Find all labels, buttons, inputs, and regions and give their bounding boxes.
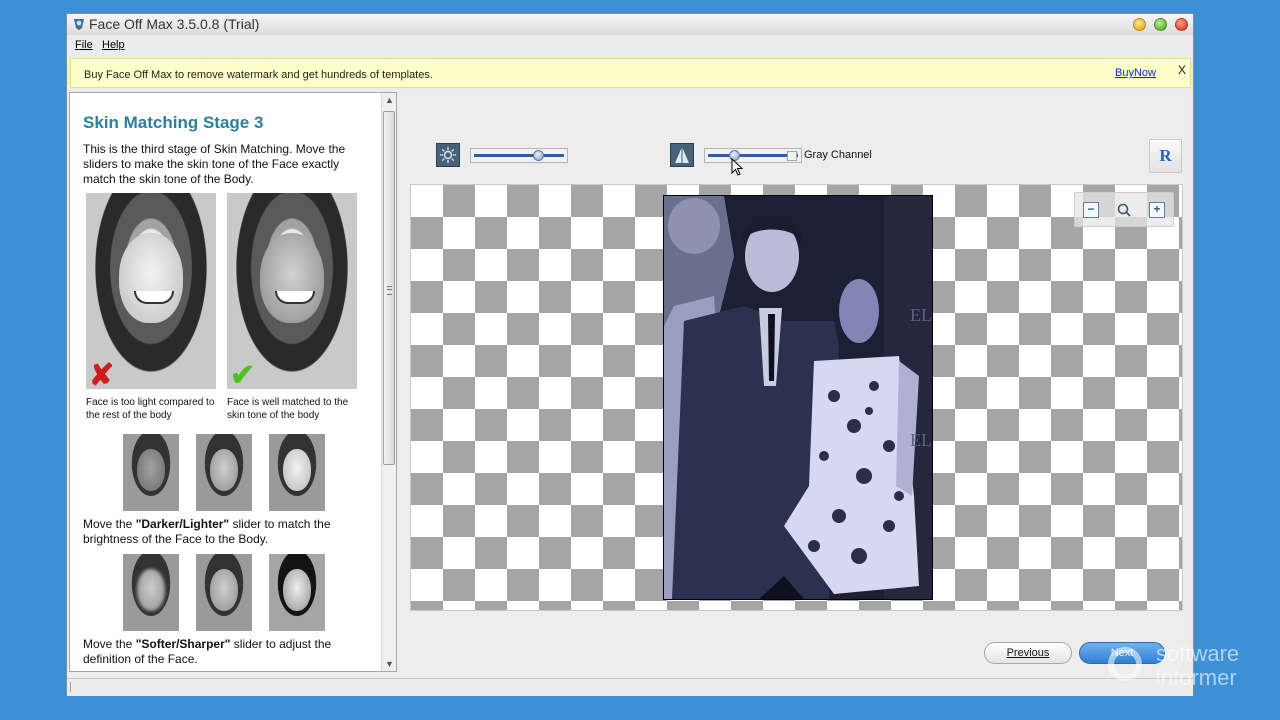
menu-file[interactable]: File <box>75 39 93 51</box>
photo-preview[interactable]: ELI ELI <box>663 195 933 600</box>
gray-channel-checkbox[interactable] <box>787 151 797 161</box>
darker-lighter-slider[interactable] <box>470 148 568 163</box>
status-bar <box>67 678 1193 696</box>
reset-button[interactable]: R <box>1149 139 1182 173</box>
watermark-logo-icon <box>1108 647 1142 681</box>
app-window: Face Off Max 3.5.0.8 (Trial) File Help B… <box>66 13 1194 696</box>
promo-close-button[interactable]: X <box>1178 63 1186 77</box>
slider-track <box>708 154 798 157</box>
stage-heading: Skin Matching Stage 3 <box>83 113 264 132</box>
scroll-up-arrow-icon[interactable]: ▲ <box>385 95 394 105</box>
menu-help[interactable]: Help <box>102 39 125 51</box>
watermark-line2: informer <box>1156 665 1237 690</box>
stage-intro: This is the third stage of Skin Matching… <box>83 142 346 186</box>
minimize-button[interactable] <box>1133 18 1146 31</box>
zoom-controls: − + <box>1074 192 1174 227</box>
magnifier-icon <box>1117 203 1131 217</box>
software-informer-watermark: software informer <box>1108 643 1268 693</box>
face-thumb-darker <box>123 434 179 511</box>
scroll-grip-icon <box>387 286 392 295</box>
mouse-cursor-icon <box>731 158 743 176</box>
face-thumb-sharper <box>269 554 325 631</box>
sidebar-scrollbar[interactable]: ▲ ▼ <box>381 93 396 671</box>
zoom-out-button[interactable]: − <box>1083 202 1099 218</box>
sharpness-button[interactable] <box>670 143 694 167</box>
face-thumb-softer <box>123 554 179 631</box>
caption-matched: Face is well matched to the skin tone of… <box>227 397 349 421</box>
scroll-thumb[interactable] <box>383 111 395 465</box>
editor-area: Gray Channel R EL EL − + <box>400 92 1190 672</box>
buy-now-link[interactable]: BuyNow <box>1115 67 1156 79</box>
face-thumb-lighter <box>269 434 325 511</box>
image-canvas[interactable]: ELI ELI − + <box>410 184 1183 611</box>
previous-button[interactable]: Previous <box>984 642 1072 664</box>
check-icon: ✔ <box>230 359 256 392</box>
app-logo-icon <box>74 19 84 30</box>
instruction-slider-name: "Softer/Sharper" <box>135 637 231 651</box>
brightness-button[interactable] <box>436 143 460 167</box>
svg-text:ELI: ELI <box>910 430 932 450</box>
status-separator <box>70 682 71 692</box>
cross-icon: ✘ <box>89 359 115 392</box>
slider-track <box>474 154 564 157</box>
instruction-text: Move the <box>83 517 136 531</box>
slider-thumb[interactable] <box>533 150 544 161</box>
brightness-icon <box>440 147 456 163</box>
zoom-in-button[interactable]: + <box>1149 202 1165 218</box>
title-bar[interactable]: Face Off Max 3.5.0.8 (Trial) <box>67 14 1193 35</box>
face-thumb-normal <box>196 434 252 511</box>
darker-lighter-instruction: Move the "Darker/Lighter" slider to matc… <box>83 517 363 547</box>
sharpness-icon <box>675 147 689 163</box>
window-title: Face Off Max 3.5.0.8 (Trial) <box>89 16 260 32</box>
menu-bar: File Help <box>67 36 1193 54</box>
instructions-panel: Skin Matching Stage 3 This is the third … <box>69 92 397 672</box>
close-button[interactable] <box>1175 18 1188 31</box>
instruction-slider-name: "Darker/Lighter" <box>135 517 230 531</box>
gray-channel-label[interactable]: Gray Channel <box>804 149 872 161</box>
face-thumb-normal <box>196 554 252 631</box>
softer-sharper-instruction: Move the "Softer/Sharper" slider to adju… <box>83 637 363 667</box>
reset-label: R <box>1159 146 1172 165</box>
promo-text: Buy Face Off Max to remove watermark and… <box>84 69 433 81</box>
zoom-fit-button[interactable] <box>1116 202 1132 218</box>
maximize-button[interactable] <box>1154 18 1167 31</box>
promo-banner: Buy Face Off Max to remove watermark and… <box>70 58 1191 88</box>
photo-image: ELI ELI <box>664 196 932 599</box>
watermark-line1: software <box>1156 641 1240 666</box>
instruction-text: Move the <box>83 637 136 651</box>
instructions-content: Skin Matching Stage 3 This is the third … <box>70 93 380 671</box>
caption-too-light: Face is too light compared to the rest o… <box>86 397 215 421</box>
scroll-down-arrow-icon[interactable]: ▼ <box>385 659 394 669</box>
svg-text:ELI: ELI <box>910 305 932 325</box>
